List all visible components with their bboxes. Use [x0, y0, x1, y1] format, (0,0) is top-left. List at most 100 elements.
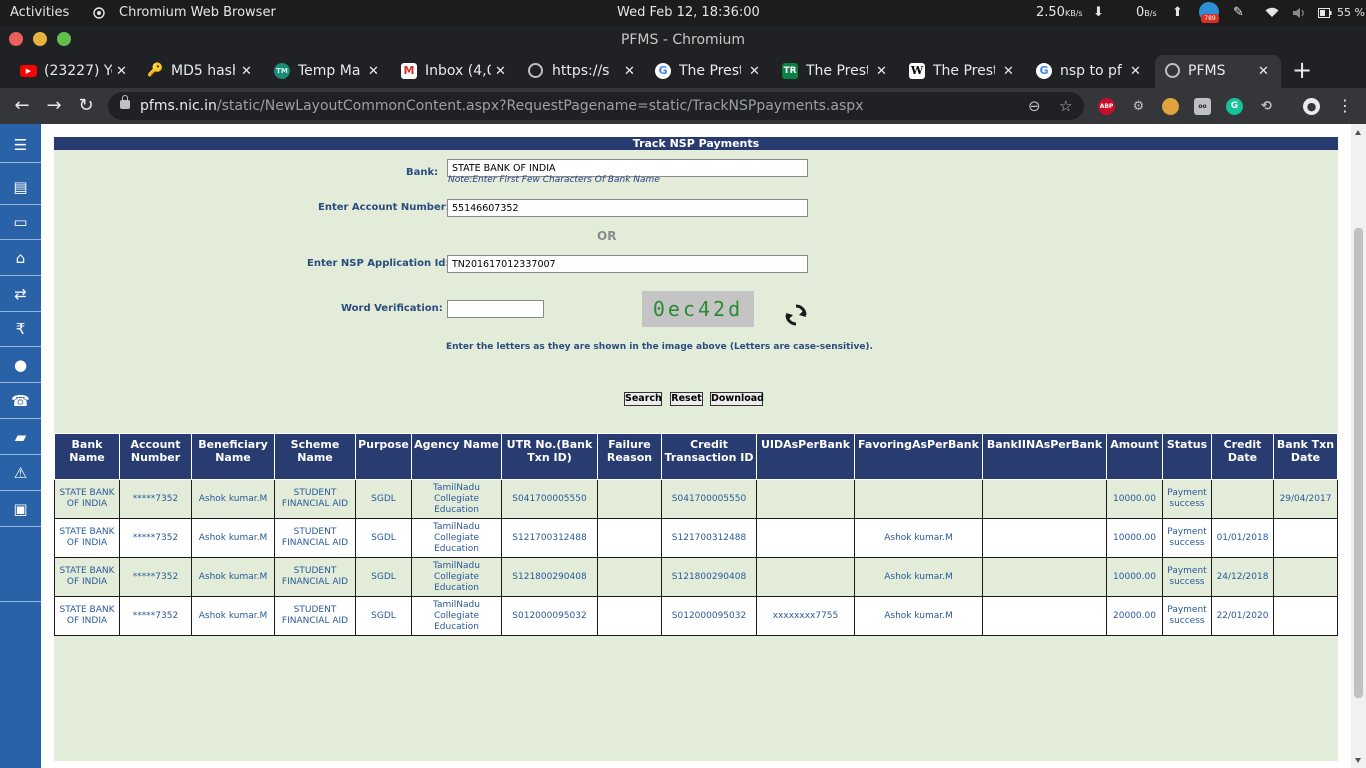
table-cell: Ashok kumar.M	[191, 479, 275, 519]
tab-the-prestige-google[interactable]: G The Prest ✕	[649, 55, 771, 88]
table-cell: Payment success	[1162, 518, 1212, 558]
nsp-application-id-label: Enter NSP Application Id:	[307, 258, 450, 269]
tab-https-link[interactable]: https://s ✕	[522, 55, 644, 88]
comment-icon[interactable]: ▰	[0, 420, 41, 455]
tab-label: The Prest	[679, 63, 741, 79]
close-tab-icon[interactable]: ✕	[749, 55, 760, 88]
bank-icon[interactable]: ⌂	[0, 241, 41, 276]
close-tab-icon[interactable]: ✕	[241, 55, 252, 88]
globe-icon	[1165, 63, 1180, 78]
tab-inbox[interactable]: M Inbox (4,0 ✕	[395, 55, 517, 88]
sync-extension-icon[interactable]: ⟲	[1258, 98, 1275, 115]
search-button[interactable]: Search	[624, 392, 662, 406]
table-cell: Payment success	[1162, 596, 1212, 636]
close-tab-icon[interactable]: ✕	[624, 55, 635, 88]
sidebar-blank-item[interactable]	[0, 528, 41, 602]
tab-label: Temp Ma	[298, 63, 361, 79]
scroll-down-arrow[interactable]	[1355, 758, 1361, 763]
column-header: Agency Name	[411, 433, 502, 480]
table-cell	[756, 518, 855, 558]
battery-icon[interactable]	[1318, 0, 1332, 25]
table-cell: STUDENT FINANCIAL AID	[274, 557, 356, 597]
table-cell: TamilNadu Collegiate Education	[411, 518, 502, 558]
building-icon[interactable]: ▤	[0, 170, 41, 205]
tab-the-prestige-wikipedia[interactable]: W The Prest ✕	[903, 55, 1025, 88]
lock-icon[interactable]	[120, 95, 130, 109]
table-cell	[597, 479, 662, 519]
tab-md5-hash[interactable]: 🔑 MD5 hash ✕	[141, 55, 263, 88]
scroll-up-arrow[interactable]	[1355, 130, 1361, 135]
wifi-icon[interactable]	[1265, 0, 1279, 25]
scrollbar-thumb[interactable]	[1354, 228, 1363, 698]
zoom-icon[interactable]: ⊖	[1028, 92, 1041, 120]
table-cell: SGDL	[355, 596, 412, 636]
bike-extension-icon[interactable]: ⚙	[1130, 98, 1147, 115]
close-tab-icon[interactable]: ✕	[495, 55, 506, 88]
payments-table: Bank Name Account Number Beneficiary Name S…	[54, 433, 1338, 636]
app-menu[interactable]: Chromium Web Browser	[119, 0, 276, 25]
card-icon[interactable]: ▭	[0, 205, 41, 240]
wikipedia-icon: W	[909, 63, 925, 79]
activities-button[interactable]: Activities	[10, 0, 69, 25]
menu-kebab-icon[interactable]: ⋮	[1333, 88, 1357, 124]
phone-icon[interactable]: ☎	[0, 384, 41, 419]
transfer-icon[interactable]: ⇄	[0, 277, 41, 312]
tab-the-prestige-tr[interactable]: TR The Prest ✕	[776, 55, 898, 88]
table-cell: Ashok kumar.M	[854, 596, 983, 636]
tab-temp-mail[interactable]: TM Temp Ma ✕	[268, 55, 390, 88]
clock[interactable]: Wed Feb 12, 18:36:00	[617, 0, 760, 25]
grammarly-icon[interactable]: G	[1226, 98, 1243, 115]
reset-button[interactable]: Reset	[670, 392, 703, 406]
briefcase-icon[interactable]: ▣	[0, 492, 41, 527]
reload-button[interactable]: ↻	[74, 88, 98, 124]
close-tab-icon[interactable]: ✕	[368, 55, 379, 88]
account-number-input[interactable]	[447, 199, 808, 217]
table-cell: STATE BANK OF INDIA	[54, 596, 120, 636]
table-cell: 22/01/2020	[1211, 596, 1274, 636]
warning-icon[interactable]: ⚠	[0, 456, 41, 491]
table-cell: STATE BANK OF INDIA	[54, 518, 120, 558]
table-cell: STATE BANK OF INDIA	[54, 479, 120, 519]
back-button[interactable]: ←	[10, 88, 34, 124]
pen-icon[interactable]: ✎	[1233, 0, 1244, 25]
close-tab-icon[interactable]: ✕	[876, 55, 887, 88]
close-tab-icon[interactable]: ✕	[1003, 55, 1014, 88]
download-button[interactable]: Download	[710, 392, 764, 406]
tab-nsp-to-pfms[interactable]: G nsp to pf ✕	[1030, 55, 1152, 88]
profile-avatar[interactable]: ●	[1303, 98, 1320, 115]
word-verification-input[interactable]	[447, 300, 544, 318]
close-tab-icon[interactable]: ✕	[116, 55, 127, 88]
nsp-application-id-input[interactable]	[447, 255, 808, 273]
tr-icon: TR	[782, 63, 798, 79]
adblock-plus-icon[interactable]: ABP	[1098, 98, 1115, 115]
captcha-image: 0ec42d	[642, 291, 754, 327]
address-bar[interactable]: pfms.nic.in/static/NewLayoutCommonConten…	[108, 92, 1084, 120]
screen-recorder-icon[interactable]: 789	[1199, 0, 1219, 25]
glasses-extension-icon[interactable]: oo	[1194, 98, 1211, 115]
close-tab-icon[interactable]: ✕	[1258, 55, 1269, 88]
url-text[interactable]: pfms.nic.in/static/NewLayoutCommonConten…	[140, 92, 863, 120]
table-cell: TamilNadu Collegiate Education	[411, 596, 502, 636]
forward-button[interactable]: →	[42, 88, 66, 124]
table-cell: SGDL	[355, 557, 412, 597]
table-body: STATE BANK OF INDIA *****7352 Ashok kumar.…	[54, 479, 1338, 636]
bookmark-star-icon[interactable]: ☆	[1059, 92, 1072, 120]
new-tab-button[interactable]: +	[1292, 55, 1312, 88]
page-scrollbar[interactable]	[1351, 124, 1366, 768]
volume-icon[interactable]	[1292, 0, 1306, 25]
menu-icon[interactable]: ☰	[0, 128, 41, 163]
tab-label: (23227) Yo	[44, 63, 112, 79]
column-header: Credit Transaction ID	[661, 433, 757, 480]
map-marker-icon[interactable]: ●	[0, 348, 41, 383]
column-header: Account Number	[119, 433, 192, 480]
table-cell	[854, 479, 983, 519]
rupee-icon[interactable]: ₹	[0, 312, 41, 347]
tab-pfms[interactable]: PFMS ✕	[1155, 55, 1281, 88]
tab-youtube[interactable]: ▶ (23227) Yo ✕	[14, 55, 136, 88]
column-header: Bank Name	[54, 433, 120, 480]
table-row: STATE BANK OF INDIA *****7352 Ashok kumar.…	[54, 479, 1338, 519]
tab-label: The Prest	[933, 63, 995, 79]
cookie-icon[interactable]	[1162, 98, 1179, 115]
refresh-captcha-icon[interactable]	[784, 303, 808, 327]
close-tab-icon[interactable]: ✕	[1130, 55, 1141, 88]
